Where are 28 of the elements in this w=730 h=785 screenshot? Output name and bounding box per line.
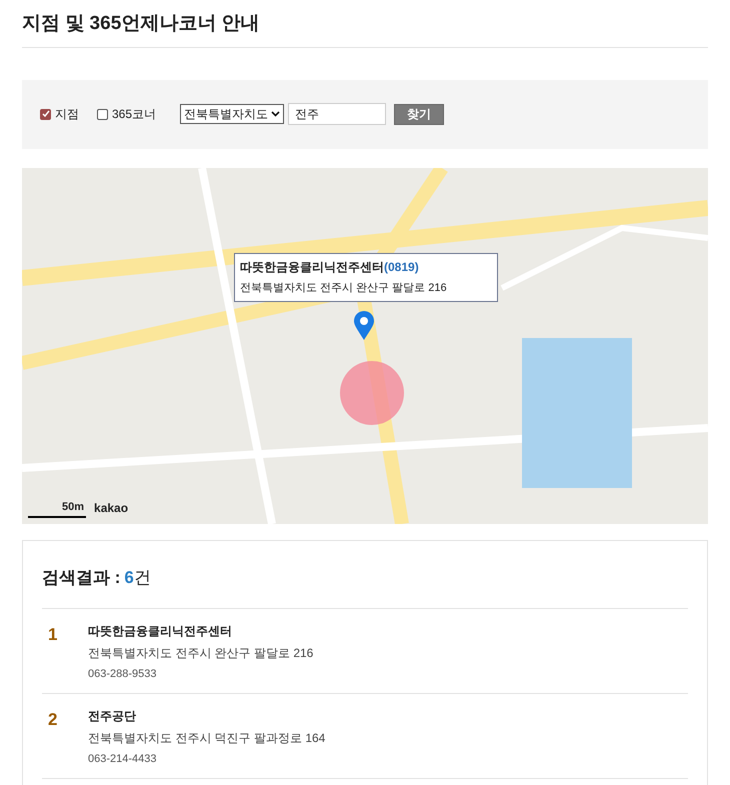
map-view[interactable]: 따뜻한금융클리닉전주센터(0819) 전북특별자치도 전주시 완산구 팔달로 216 50m kakao <box>22 168 708 524</box>
result-phone: 063-214-4433 <box>88 752 157 767</box>
results-label: 검색결과 : <box>42 566 120 588</box>
check-icon <box>42 110 50 118</box>
result-name[interactable]: 따뜻한금융클리닉전주센터 <box>88 622 232 640</box>
result-phone: 063-288-9533 <box>88 667 157 682</box>
result-number: 1 <box>47 624 58 646</box>
map-marker-icon <box>353 310 375 340</box>
page-title: 지점 및 365언제나코너 안내 <box>22 12 260 36</box>
results-count: 6 <box>124 566 134 588</box>
map-logo: kakao <box>94 500 128 518</box>
region-select[interactable]: 전북특별자치도 <box>180 104 284 124</box>
popup-title: 따뜻한금융클리닉전주센터 <box>240 258 384 276</box>
result-address: 전북특별자치도 전주시 완산구 팔달로 216 <box>88 645 314 662</box>
map-scale: 50m <box>28 499 86 518</box>
search-field[interactable]: 전주 <box>288 103 386 125</box>
result-name[interactable]: 전주공단 <box>88 707 136 725</box>
result-number: 2 <box>47 709 58 731</box>
result-address: 전북특별자치도 전주시 덕진구 팔과정로 164 <box>88 730 326 747</box>
search-button[interactable]: 찾기 <box>394 104 444 124</box>
checkbox[interactable] <box>97 108 108 120</box>
chevron-down-icon <box>271 111 280 117</box>
popup-code: (0819) <box>384 258 419 276</box>
popup-address: 전북특별자치도 전주시 완산구 팔달로 216 <box>240 280 448 296</box>
checkbox-label: 365코너 <box>112 106 156 123</box>
results-unit: 건 <box>134 566 151 588</box>
checkbox[interactable] <box>40 108 51 120</box>
checkbox-label: 지점 <box>55 106 79 123</box>
